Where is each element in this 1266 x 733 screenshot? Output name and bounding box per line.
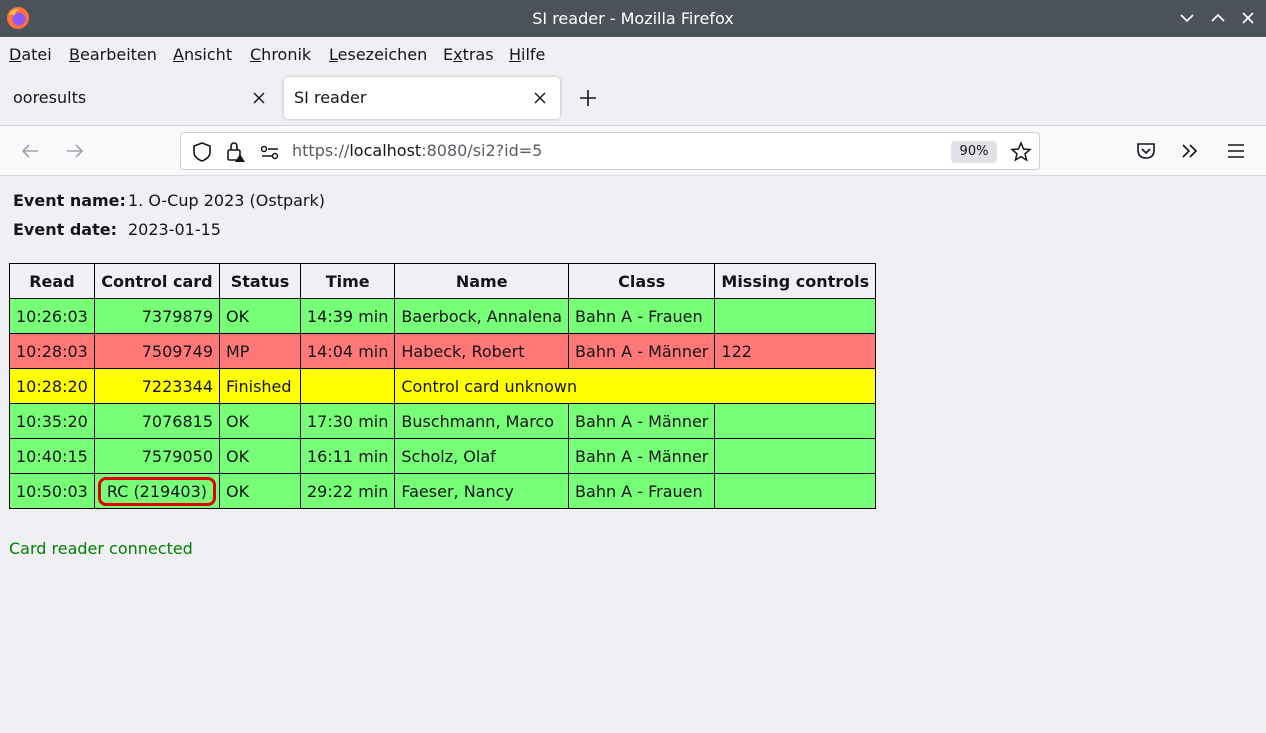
url-text[interactable]: https://localhost:8080/si2?id=5 — [292, 141, 542, 160]
cell-missing — [714, 438, 877, 474]
cell-status: MP — [219, 333, 301, 369]
table-header-row: Read Control card Status Time Name Class… — [9, 263, 877, 299]
maximize-icon[interactable] — [1206, 6, 1230, 30]
results-table: Read Control card Status Time Name Class… — [9, 263, 877, 509]
cell-read: 10:26:03 — [9, 298, 95, 334]
page-content: Event name: 1. O-Cup 2023 (Ostpark) Event… — [0, 176, 1266, 733]
table-row: 10:28:03 7509749 MP 14:04 min Habeck, Ro… — [9, 333, 877, 369]
menu-lesezeichen[interactable]: Lesezeichen — [329, 45, 427, 64]
tab-bar: ooresults SI reader — [0, 71, 1266, 125]
cell-status: Finished — [219, 368, 301, 404]
rc-card-highlight: RC (219403) — [97, 476, 216, 506]
new-tab-plus-icon[interactable] — [576, 86, 600, 110]
cell-name: Baerbock, Annalena — [394, 298, 570, 334]
cell-name: Buschmann, Marco — [394, 403, 570, 439]
navigation-bar: https://localhost:8080/si2?id=5 90% — [0, 125, 1266, 176]
cell-missing — [714, 298, 877, 334]
cell-control-card: 7579050 — [93, 438, 221, 474]
cell-time — [299, 368, 396, 404]
window-title: SI reader - Mozilla Firefox — [532, 9, 734, 28]
header-read: Read — [9, 263, 95, 299]
cell-control-card: 7509749 — [93, 333, 221, 369]
cell-time: 14:39 min — [299, 298, 396, 334]
cell-read: 10:28:20 — [9, 368, 95, 404]
cell-name: Habeck, Robert — [394, 333, 570, 369]
event-name-row: Event name: 1. O-Cup 2023 (Ostpark) — [13, 191, 325, 210]
cell-class: Bahn A - Frauen — [568, 298, 716, 334]
hamburger-menu-icon[interactable] — [1224, 139, 1248, 163]
header-missing-controls: Missing controls — [714, 263, 877, 299]
header-time: Time — [299, 263, 396, 299]
close-tab-icon[interactable] — [251, 90, 267, 106]
pocket-icon[interactable] — [1134, 139, 1158, 163]
url-bar[interactable]: https://localhost:8080/si2?id=5 90% — [180, 132, 1040, 170]
tab-si-reader[interactable]: SI reader — [284, 77, 560, 119]
cell-missing — [714, 403, 877, 439]
menu-chronik[interactable]: Chronik — [250, 45, 311, 64]
bookmark-star-icon[interactable] — [1009, 140, 1033, 164]
cell-class: Bahn A - Frauen — [568, 473, 716, 509]
cell-read: 10:28:03 — [9, 333, 95, 369]
window-titlebar: SI reader - Mozilla Firefox — [0, 0, 1266, 37]
menu-datei[interactable]: Datei — [9, 45, 52, 64]
cell-read: 10:50:03 — [9, 473, 95, 509]
table-row: 10:40:15 7579050 OK 16:11 min Scholz, Ol… — [9, 438, 877, 474]
tab-ooresults[interactable]: ooresults — [3, 77, 279, 119]
cell-status: OK — [219, 403, 301, 439]
cell-status: OK — [219, 473, 301, 509]
header-name: Name — [394, 263, 570, 299]
cell-read: 10:35:20 — [9, 403, 95, 439]
event-date-value: 2023-01-15 — [128, 220, 221, 239]
cell-read: 10:40:15 — [9, 438, 95, 474]
event-name-value: 1. O-Cup 2023 (Ostpark) — [128, 191, 326, 210]
header-status: Status — [219, 263, 301, 299]
cell-class: Bahn A - Männer — [568, 438, 716, 474]
menu-bearbeiten[interactable]: Bearbeiten — [69, 45, 157, 64]
window-close-icon[interactable] — [1236, 6, 1260, 30]
forward-arrow-icon[interactable] — [63, 139, 87, 163]
back-arrow-icon[interactable] — [18, 139, 42, 163]
header-class: Class — [568, 263, 716, 299]
cell-time: 16:11 min — [299, 438, 396, 474]
cell-missing — [714, 473, 877, 509]
card-reader-status: Card reader connected — [9, 539, 193, 558]
header-control-card: Control card — [93, 263, 221, 299]
cell-control-card: 7223344 — [93, 368, 221, 404]
minimize-icon[interactable] — [1175, 6, 1199, 30]
cell-name: Scholz, Olaf — [394, 438, 570, 474]
tab-label: SI reader — [294, 88, 367, 107]
cell-time: 17:30 min — [299, 403, 396, 439]
shield-icon[interactable] — [190, 140, 214, 164]
menu-extras[interactable]: Extras — [443, 45, 494, 64]
cell-control-card: 7379879 — [93, 298, 221, 334]
cell-control-card-highlighted: RC (219403) — [93, 473, 221, 509]
close-tab-icon[interactable] — [532, 90, 548, 106]
table-row: 10:28:20 7223344 Finished Control card u… — [9, 368, 877, 404]
event-date-row: Event date: 2023-01-15 — [13, 220, 221, 239]
cell-time: 14:04 min — [299, 333, 396, 369]
table-row: 10:26:03 7379879 OK 14:39 min Baerbock, … — [9, 298, 877, 334]
page-permissions-icon[interactable] — [258, 140, 282, 164]
cell-name: Faeser, Nancy — [394, 473, 570, 509]
zoom-level-badge[interactable]: 90% — [951, 141, 997, 163]
cell-name: Control card unknown — [394, 368, 877, 404]
table-row: 10:50:03 RC (219403) OK 29:22 min Faeser… — [9, 473, 877, 509]
event-name-label: Event name: — [13, 191, 126, 210]
cell-missing: 122 — [714, 333, 877, 369]
cell-control-card: 7076815 — [93, 403, 221, 439]
cell-class: Bahn A - Männer — [568, 333, 716, 369]
menu-ansicht[interactable]: Ansicht — [173, 45, 232, 64]
cell-status: OK — [219, 438, 301, 474]
cell-status: OK — [219, 298, 301, 334]
tab-label: ooresults — [13, 88, 87, 107]
overflow-chevrons-icon[interactable] — [1178, 139, 1202, 163]
menu-bar: Datei Bearbeiten Ansicht Chronik Lesezei… — [0, 37, 1266, 71]
cell-class: Bahn A - Männer — [568, 403, 716, 439]
menu-hilfe[interactable]: Hilfe — [509, 45, 545, 64]
event-date-label: Event date: — [13, 220, 117, 239]
table-row: 10:35:20 7076815 OK 17:30 min Buschmann,… — [9, 403, 877, 439]
cell-time: 29:22 min — [299, 473, 396, 509]
lock-warning-icon[interactable] — [223, 140, 247, 164]
